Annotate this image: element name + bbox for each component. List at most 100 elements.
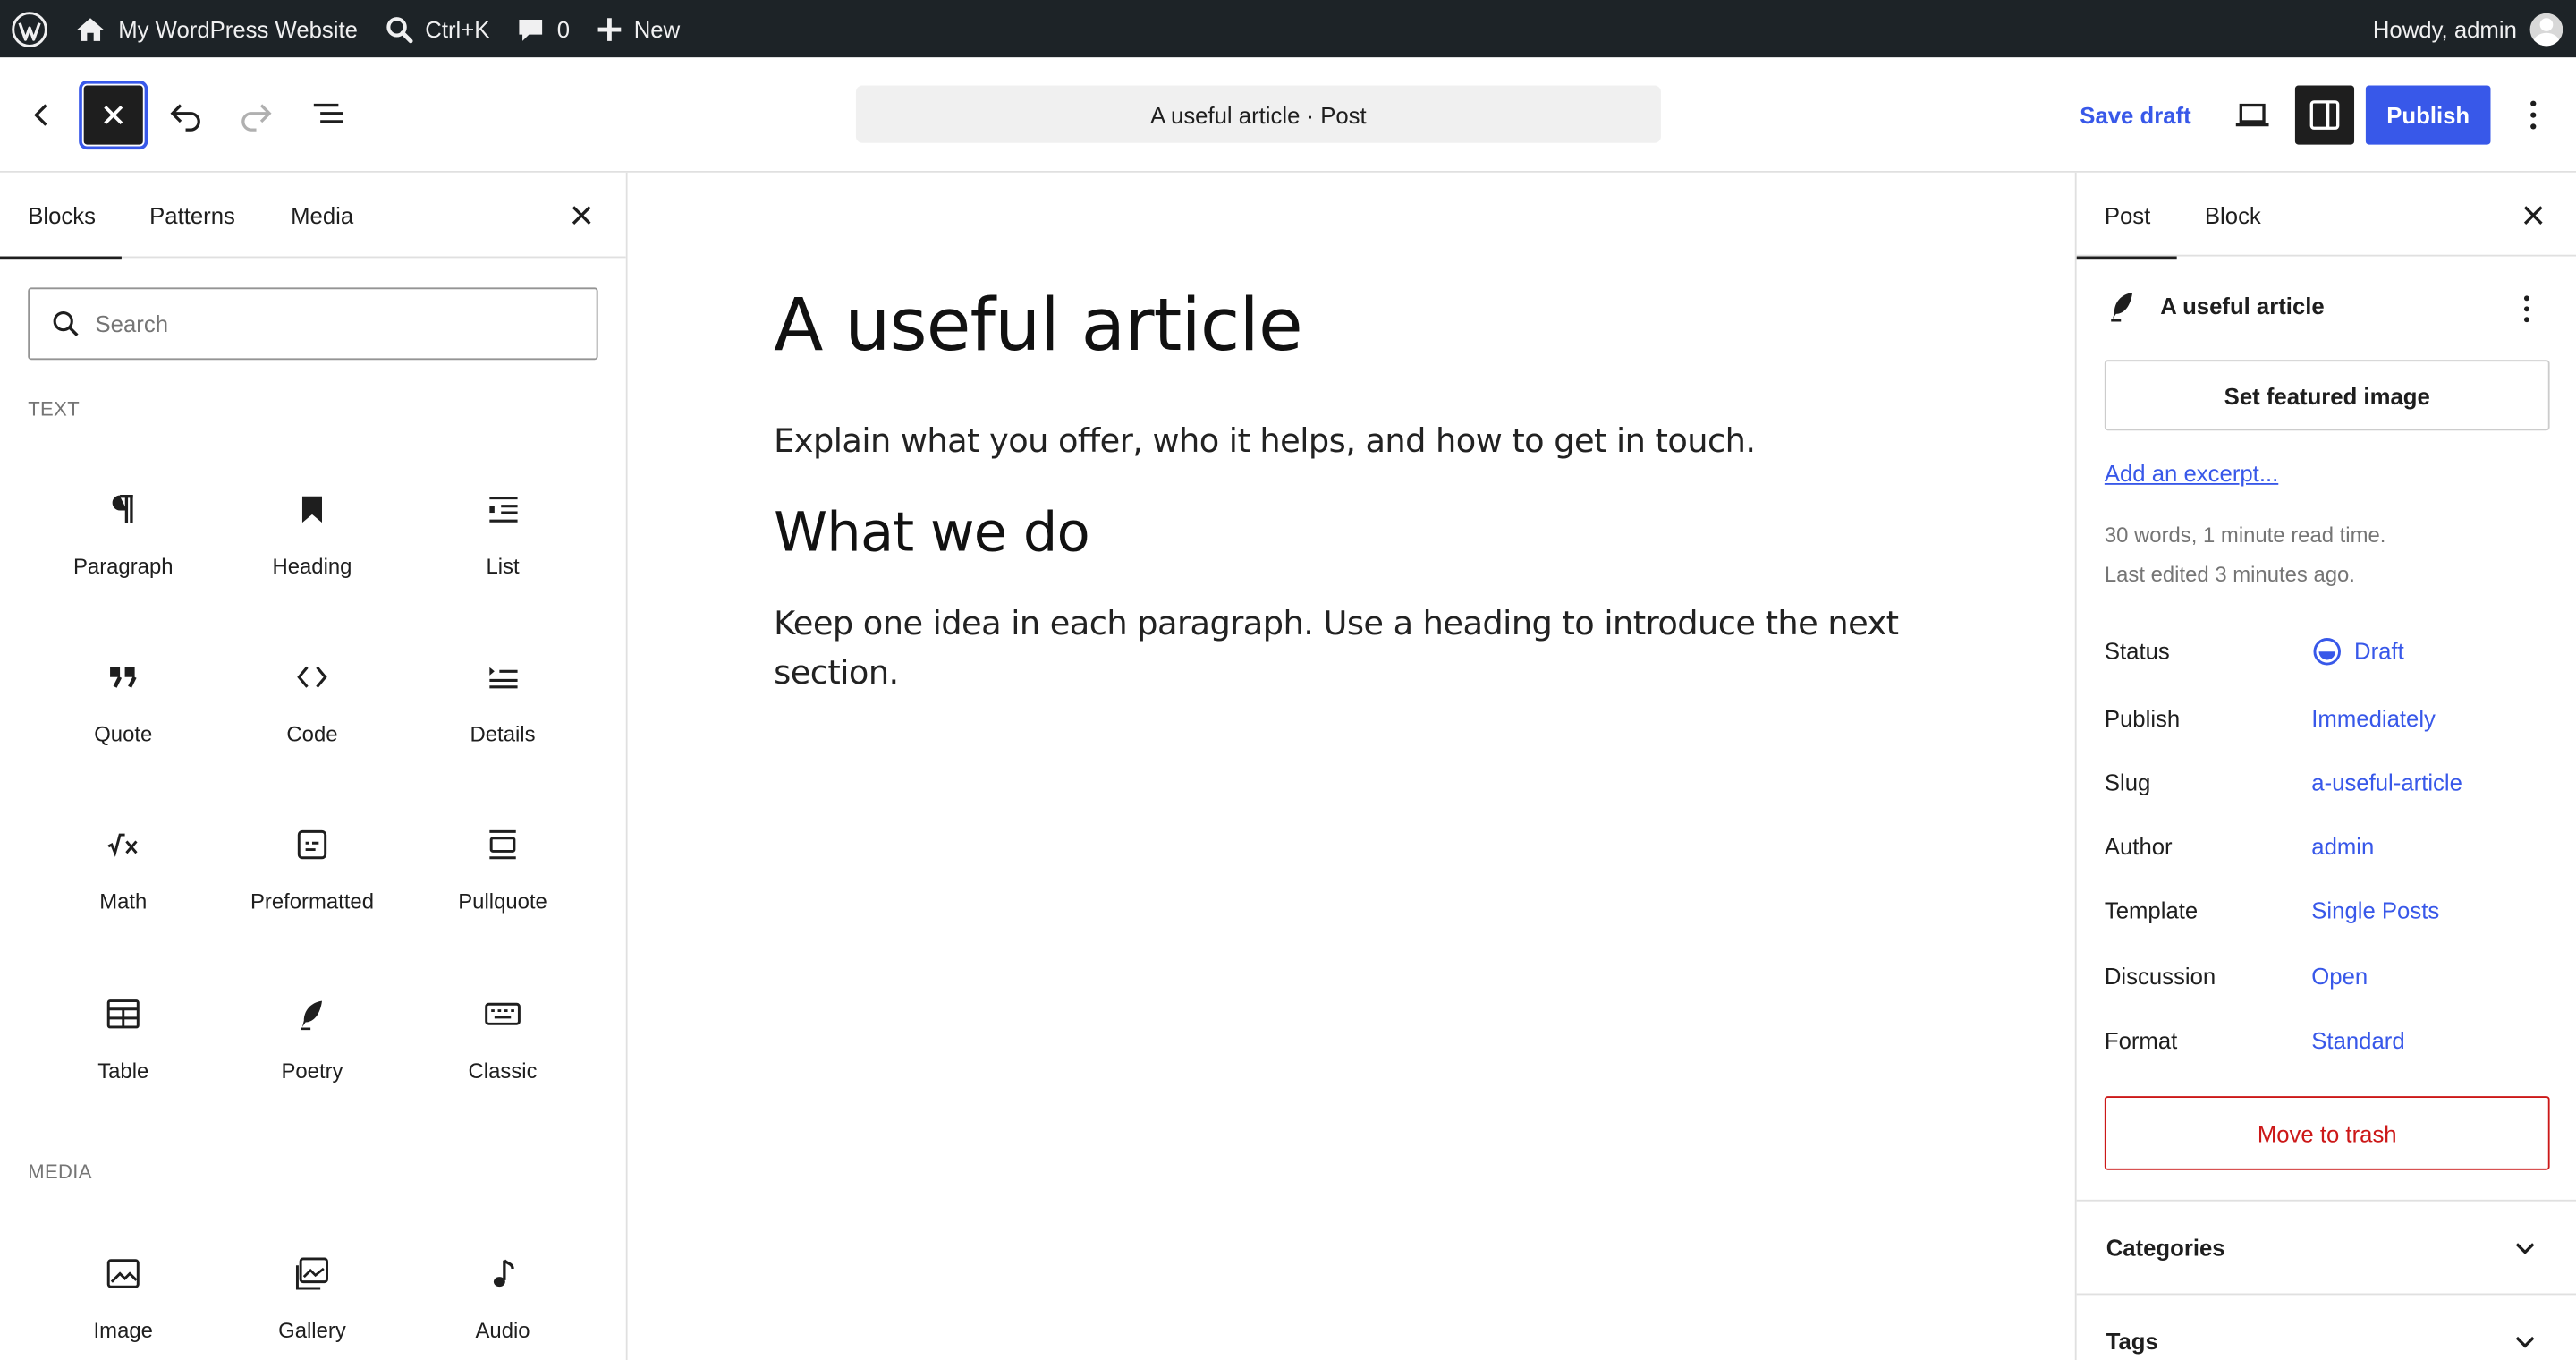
block-inserter-panel: Blocks Patterns Media TEXT (0, 172, 628, 1360)
block-pullquote[interactable]: Pullquote (412, 802, 593, 939)
paragraph-block[interactable]: Explain what you offer, who it helps, an… (774, 421, 1756, 460)
quote-icon (110, 667, 137, 688)
block-search-input[interactable] (95, 310, 555, 337)
home-icon (77, 17, 104, 41)
options-menu-button[interactable] (2504, 86, 2563, 145)
close-inserter-x-button[interactable] (562, 196, 601, 235)
comments-link[interactable]: 0 (503, 0, 583, 57)
plus-icon (597, 17, 621, 41)
gallery-icon (295, 1257, 328, 1290)
author-value[interactable]: admin (2311, 833, 2374, 859)
redo-icon (242, 104, 272, 132)
search-icon (386, 16, 413, 43)
editor-canvas[interactable]: A useful article Explain what you offer,… (627, 172, 2075, 1360)
block-label: Table (97, 1058, 149, 1084)
desktop-icon (2235, 103, 2269, 127)
block-image[interactable]: Image (33, 1231, 214, 1360)
format-value[interactable]: Standard (2311, 1027, 2404, 1053)
publish-date-value[interactable]: Immediately (2311, 705, 2436, 731)
block-quote[interactable]: Quote (33, 634, 214, 772)
row-value: Draft (2354, 637, 2404, 665)
redo-button[interactable] (226, 86, 285, 145)
paragraph-block[interactable]: Keep one idea in each paragraph. Use a h… (774, 599, 1907, 697)
block-details[interactable]: Details (412, 634, 593, 772)
search-shortcut: Ctrl+K (425, 15, 490, 42)
post-icon (2111, 292, 2133, 322)
block-paragraph[interactable]: Paragraph (33, 467, 214, 605)
slug-value[interactable]: a-useful-article (2311, 769, 2462, 795)
block-table[interactable]: Table (33, 972, 214, 1109)
draft-status-icon (2313, 637, 2341, 665)
wordpress-logo-button[interactable] (0, 0, 61, 57)
tab-label: Patterns (149, 201, 235, 229)
tab-label: Media (291, 201, 354, 229)
tab-blocks[interactable]: Blocks (0, 173, 122, 260)
discussion-row: Discussion Open (2105, 956, 2550, 996)
row-label: Publish (2104, 704, 2181, 732)
document-title-bar[interactable]: A useful article · Post (855, 85, 1661, 143)
block-audio[interactable]: Audio (412, 1231, 593, 1360)
status-value[interactable]: Draft (2311, 635, 2404, 667)
block-classic[interactable]: Classic (412, 972, 593, 1109)
row-label: Template (2104, 897, 2199, 924)
settings-toggle-button[interactable] (2294, 85, 2355, 145)
post-title[interactable]: A useful article (774, 285, 1303, 369)
block-label: Quote (94, 721, 153, 746)
site-name-link[interactable]: My WordPress Website (61, 0, 371, 57)
paragraph-icon (112, 495, 133, 523)
undo-button[interactable] (156, 86, 215, 145)
block-list[interactable]: List (412, 467, 593, 605)
tab-block[interactable]: Block (2205, 173, 2261, 259)
discussion-value[interactable]: Open (2311, 963, 2368, 989)
preview-button[interactable] (2223, 86, 2282, 145)
block-label: Audio (475, 1318, 530, 1343)
tab-media[interactable]: Media (291, 173, 353, 259)
publish-row: Publish Immediately (2105, 699, 2550, 738)
block-label: Details (470, 721, 536, 746)
tab-post[interactable]: Post (2076, 173, 2177, 260)
move-to-trash-button[interactable]: Move to trash (2104, 1096, 2550, 1170)
block-math[interactable]: Math (33, 802, 214, 939)
close-inserter-button[interactable] (79, 81, 148, 150)
close-icon (572, 206, 591, 225)
new-label: New (633, 15, 681, 42)
categories-panel-toggle[interactable]: Categories (2076, 1199, 2576, 1294)
chevron-down-icon (2515, 1336, 2535, 1348)
tab-patterns[interactable]: Patterns (149, 173, 235, 259)
list-view-icon (313, 103, 343, 123)
row-label: Slug (2104, 769, 2151, 795)
command-palette-button[interactable]: Ctrl+K (371, 0, 503, 57)
account-menu[interactable]: Howdy, admin (2373, 0, 2563, 57)
format-row: Format Standard (2105, 1021, 2550, 1060)
admin-bar: My WordPress Website Ctrl+K 0 New Howdy,… (0, 0, 2576, 58)
block-preformatted[interactable]: Preformatted (222, 802, 402, 939)
document-overview-button[interactable] (299, 86, 358, 145)
pullquote-icon (489, 829, 516, 860)
greeting: Howdy, admin (2372, 15, 2517, 42)
image-icon (106, 1259, 140, 1288)
tags-panel-toggle[interactable]: Tags (2076, 1293, 2576, 1360)
block-label: Math (99, 888, 148, 914)
status-row: Status Draft (2105, 631, 2550, 670)
back-button[interactable] (13, 86, 72, 145)
set-featured-image-button[interactable]: Set featured image (2104, 360, 2550, 431)
classic-icon (485, 1002, 521, 1025)
post-actions-button[interactable] (2507, 289, 2546, 328)
heading-block[interactable]: What we do (774, 499, 1090, 564)
more-vertical-icon (2530, 100, 2537, 130)
preformatted-icon (297, 829, 327, 860)
save-draft-button[interactable]: Save draft (2067, 86, 2205, 145)
block-code[interactable]: Code (222, 634, 402, 772)
block-search-field[interactable] (28, 287, 598, 361)
publish-button[interactable]: Publish (2365, 85, 2491, 145)
editor-header: A useful article · Post Save draft Publi… (0, 57, 2576, 173)
editor-screen: My WordPress Website Ctrl+K 0 New Howdy,… (0, 0, 2576, 1360)
block-poetry[interactable]: Poetry (222, 972, 402, 1109)
block-gallery[interactable]: Gallery (222, 1231, 402, 1360)
close-settings-button[interactable] (2513, 196, 2553, 235)
new-content-button[interactable]: New (583, 0, 693, 57)
template-value[interactable]: Single Posts (2311, 897, 2439, 923)
add-excerpt-link[interactable]: Add an excerpt... (2105, 460, 2278, 486)
slug-row: Slug a-useful-article (2105, 762, 2550, 802)
block-heading[interactable]: Heading (222, 467, 402, 605)
